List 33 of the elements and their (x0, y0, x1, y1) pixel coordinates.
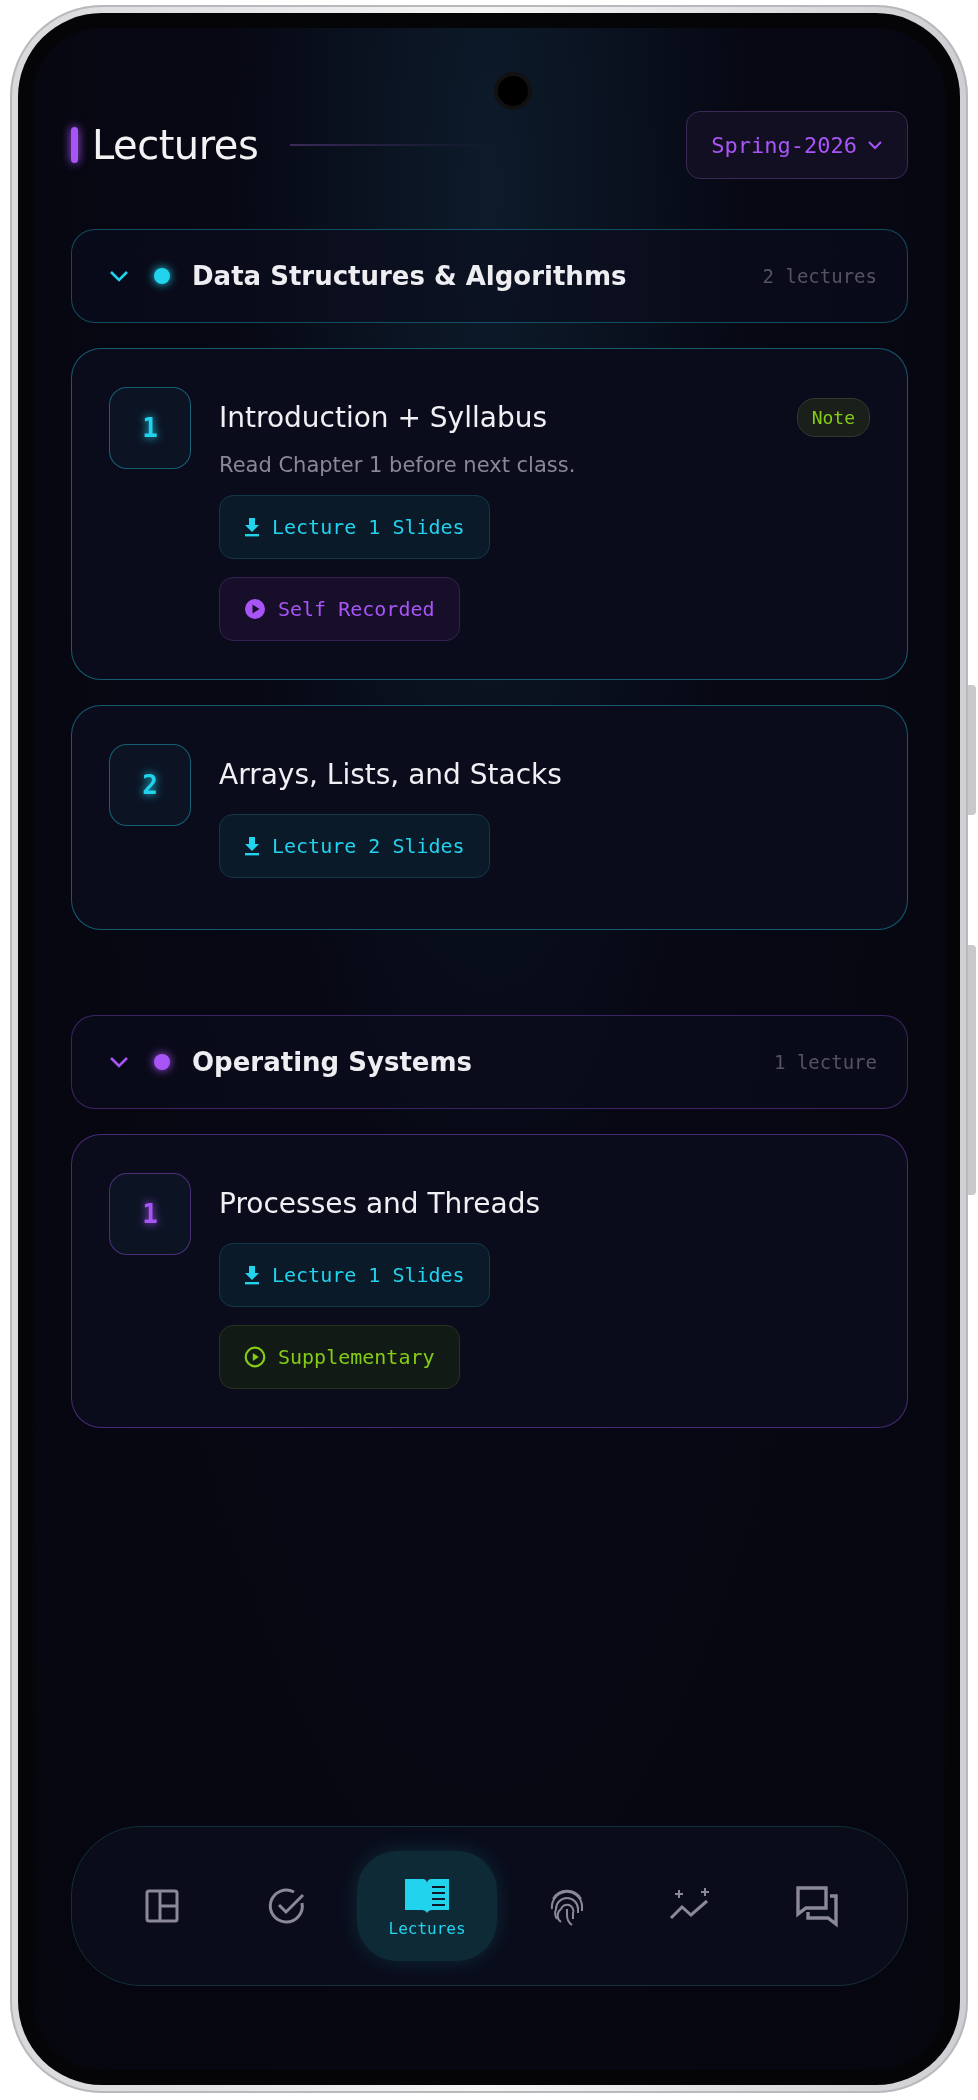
course-name: Operating Systems (192, 1047, 473, 1077)
chat-icon (793, 1884, 840, 1928)
lecture-number: 1 (109, 387, 191, 469)
lecture-number: 2 (109, 744, 191, 826)
course-name: Data Structures & Algorithms (192, 261, 628, 291)
play-icon (244, 598, 266, 620)
lecture-title: Introduction + Syllabus (219, 400, 547, 434)
lecture-title: Arrays, Lists, and Stacks (219, 757, 562, 791)
lecture-number: 1 (109, 1173, 191, 1255)
resource-button[interactable]: Lecture 1 Slides (219, 495, 490, 559)
chevron-down-icon (108, 1055, 130, 1069)
layout-icon (143, 1887, 182, 1925)
download-icon (244, 517, 260, 537)
download-icon (244, 1265, 260, 1285)
page-title: Lectures (92, 122, 259, 168)
lecture-title: Processes and Threads (219, 1186, 540, 1220)
semester-dropdown[interactable]: Spring-2026 (686, 111, 908, 179)
resource-button[interactable]: Lecture 2 Slides (219, 814, 490, 878)
course-header[interactable]: Data Structures & Algorithms 2 lectures (71, 229, 908, 323)
note-tag: Note (796, 397, 870, 437)
lecture-note: Read Chapter 1 before next class. (219, 453, 577, 477)
chevron-down-icon (108, 269, 130, 283)
download-icon (244, 836, 260, 856)
accent-bar (71, 127, 78, 163)
lectures-nav-tab[interactable]: Lectures (357, 1851, 498, 1961)
course-header[interactable]: Operating Systems 1 lecture (71, 1015, 908, 1109)
resource-button[interactable]: Lecture 1 Slides (219, 1243, 490, 1307)
resource-button[interactable]: Supplementary (219, 1325, 460, 1389)
chevron-down-icon (867, 140, 883, 150)
lecture-count: 2 lectures (762, 265, 877, 287)
resource-button[interactable]: Self Recorded (219, 577, 460, 641)
lecture-count: 1 lecture (774, 1051, 877, 1073)
play-icon (244, 1346, 266, 1368)
